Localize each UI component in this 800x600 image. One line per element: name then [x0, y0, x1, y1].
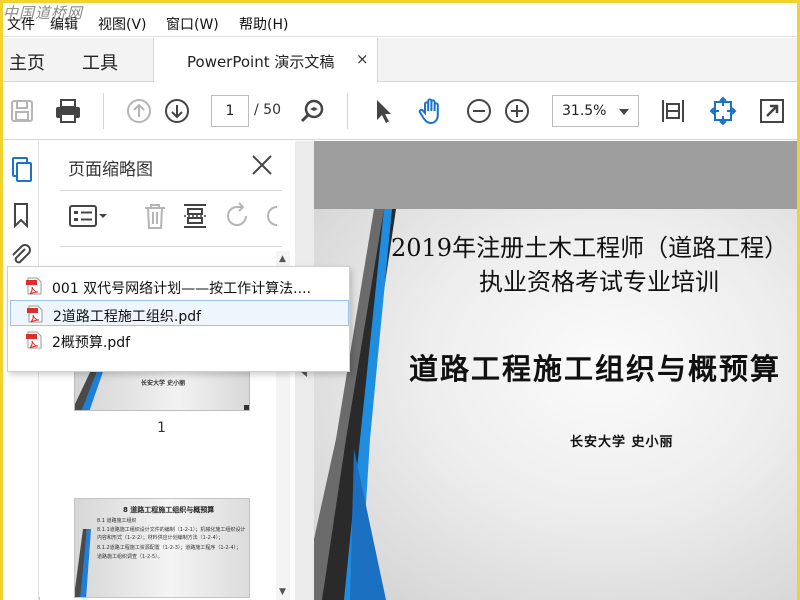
divider [60, 246, 282, 247]
menu-item-document-3[interactable]: 2概预算.pdf [10, 327, 349, 353]
rotate-clockwise-icon[interactable] [263, 201, 283, 231]
page-thumbnails-icon[interactable] [7, 155, 35, 183]
slide-subtitle: 道路工程施工组织与概预算 [409, 352, 782, 386]
menu-item-document-2[interactable]: 2道路工程施工组织.pdf [10, 300, 349, 326]
menu-file[interactable]: 文件 [7, 14, 35, 34]
menu-item-label: 2概预算.pdf [52, 335, 131, 351]
slide-author: 长安大学 史小丽 [570, 435, 674, 450]
close-icon[interactable] [250, 153, 274, 177]
thumbnail-line: 8.1.1道路施工组织设计文件的编制（1-2-1）；机械化施工组织设计 [97, 527, 246, 533]
menu-window[interactable]: 窗口(W) [166, 14, 219, 34]
hand-tool-icon[interactable] [416, 96, 446, 126]
tab-close-icon[interactable]: × [356, 50, 369, 68]
thumbnail-title: 8 道路工程施工组织与概预算 [123, 506, 215, 514]
insert-pages-icon[interactable] [180, 201, 210, 231]
thumbnail-line: 8.1 道路施工组织 [97, 518, 137, 524]
thumbnail-marker [244, 405, 249, 410]
open-documents-menu: 001 双代号网络计划——按工作计算法.... 2道路工程施工组织.pdf 2概… [7, 266, 350, 372]
document-viewer[interactable]: 2019年注册土木工程师（道路工程） 执业资格考试专业培训 道路工程施工组织与概… [314, 141, 797, 600]
delete-icon[interactable] [140, 201, 170, 231]
page-number-input[interactable]: 1 [211, 95, 249, 127]
thumbnail-options-icon[interactable] [68, 201, 108, 231]
menu-view[interactable]: 视图(V) [98, 14, 147, 34]
select-arrow-icon[interactable] [368, 96, 398, 126]
pdf-file-icon [26, 277, 43, 295]
slide-title-line1: 2019年注册土木工程师（道路工程） [391, 234, 789, 262]
zoom-search-icon[interactable] [298, 96, 328, 126]
menu-edit[interactable]: 编辑 [50, 14, 78, 34]
zoom-in-icon[interactable] [502, 96, 532, 126]
thumbnail-line: 道路施工组织调查（1-2-5）。 [97, 554, 163, 560]
tab-tools[interactable]: 工具 [82, 49, 118, 75]
tab-document-label: PowerPoint 演示文稿 [187, 53, 335, 71]
print-icon[interactable] [53, 96, 83, 126]
page-thumbnail-1[interactable]: 长安大学 史小丽 [74, 369, 250, 411]
menu-item-document-1[interactable]: 001 双代号网络计划——按工作计算法.... [10, 273, 349, 299]
fit-width-icon[interactable] [658, 96, 688, 126]
thumbnail-line: 8.1.2道路工程施工资源配置（1-2-3）；道路施工程序（1-2-4）； [97, 545, 242, 551]
tab-document[interactable]: PowerPoint 演示文稿 × [153, 38, 378, 82]
toolbar: 1 / 50 31.5% [3, 83, 797, 140]
fit-page-icon[interactable] [708, 96, 738, 126]
tab-bar: 主页 工具 PowerPoint 演示文稿 × [3, 38, 797, 82]
pdf-file-icon [27, 305, 44, 323]
menu-item-label: 001 双代号网络计划——按工作计算法.... [52, 281, 311, 297]
menu-item-label: 2道路工程施工组织.pdf [53, 309, 202, 325]
attachment-icon[interactable] [7, 241, 35, 269]
divider [60, 190, 282, 191]
toolbar-separator [347, 93, 348, 129]
page-thumbnail-2[interactable]: 8 道路工程施工组织与概预算 8.1 道路施工组织 8.1.1道路施工组织设计文… [74, 498, 250, 598]
chevron-down-icon [619, 109, 629, 115]
zoom-value: 31.5% [562, 103, 607, 119]
zoom-out-icon[interactable] [464, 96, 494, 126]
menu-help[interactable]: 帮助(H) [239, 14, 288, 34]
zoom-select[interactable]: 31.5% [552, 95, 639, 127]
full-screen-icon[interactable] [757, 96, 787, 126]
slide-title-line2: 执业资格考试专业培训 [479, 268, 719, 296]
slide-page: 2019年注册土木工程师（道路工程） 执业资格考试专业培训 道路工程施工组织与概… [314, 209, 797, 600]
thumbnail-page-number: 1 [157, 420, 166, 436]
thumbnail-author: 长安大学 史小丽 [141, 380, 186, 387]
scroll-up-icon[interactable]: ▲ [279, 254, 286, 264]
pdf-file-icon [26, 331, 43, 349]
panel-title: 页面缩略图 [68, 160, 153, 180]
tab-home[interactable]: 主页 [9, 49, 45, 75]
rotate-counterclockwise-icon[interactable] [222, 201, 252, 231]
bookmark-icon[interactable] [7, 201, 35, 229]
toolbar-separator [103, 93, 104, 129]
page-total: / 50 [254, 102, 281, 118]
thumbnail-line: 内容和形式（1-2-2）；材料供应计划编制方法（1-2-4）； [97, 535, 224, 541]
save-icon[interactable] [7, 96, 37, 126]
previous-page-icon[interactable] [124, 96, 154, 126]
next-page-icon[interactable] [162, 96, 192, 126]
scroll-down-icon[interactable]: ▼ [279, 587, 286, 597]
menu-bar: 中国道桥网 文件 编辑 视图(V) 窗口(W) 帮助(H) [3, 3, 797, 37]
